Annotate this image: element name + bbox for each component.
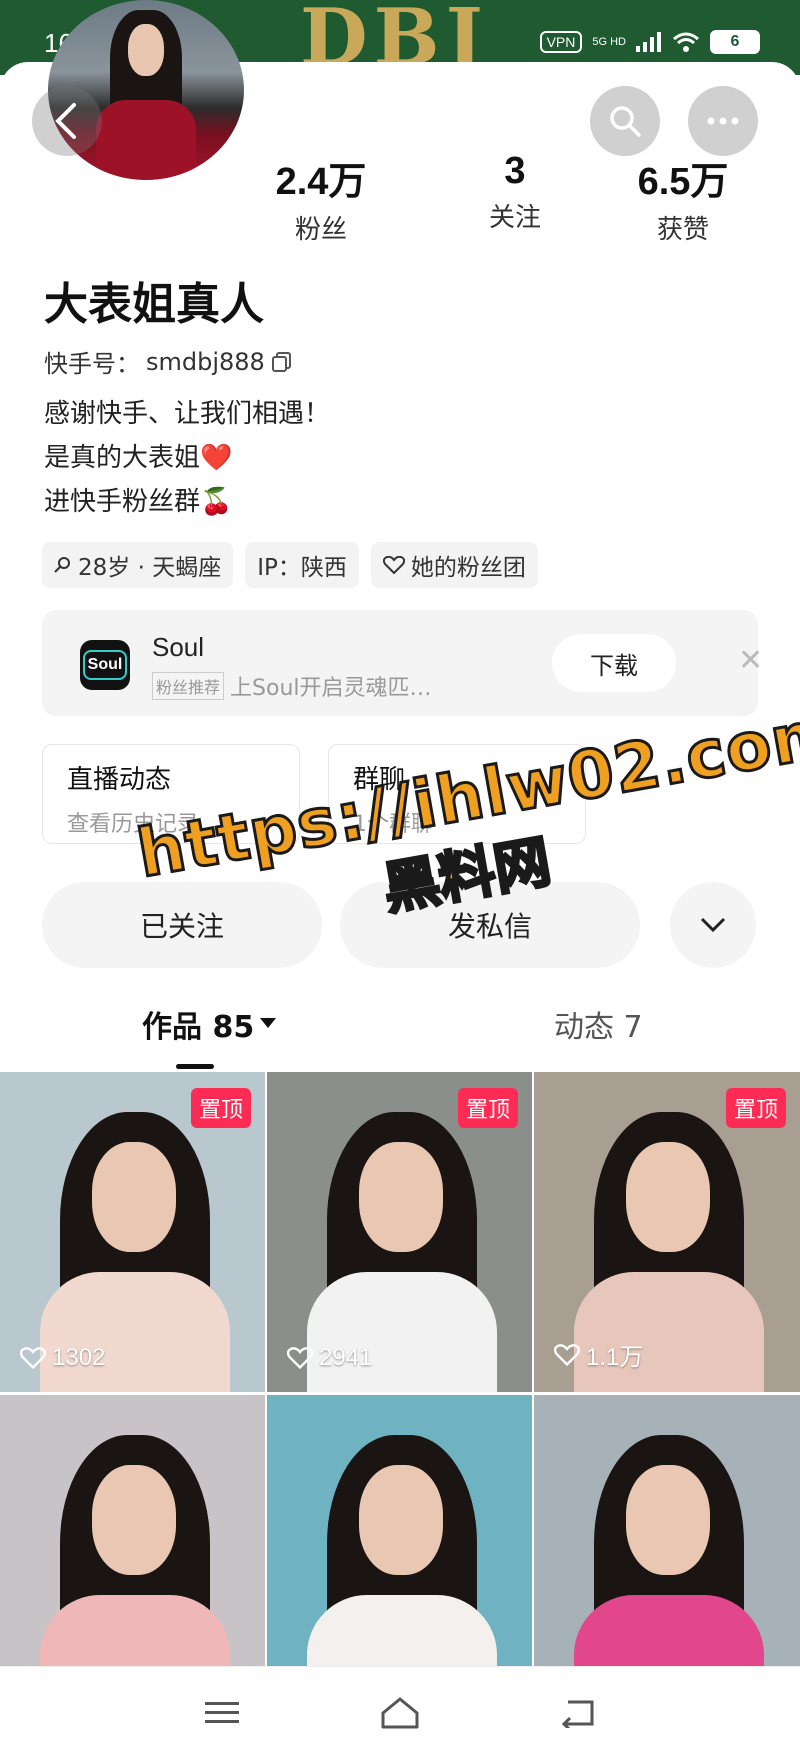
- tab-moments[interactable]: 动态 7: [554, 1002, 643, 1046]
- close-icon[interactable]: ✕: [738, 646, 763, 676]
- stat-following[interactable]: 3 关注: [440, 150, 590, 234]
- card-title: 直播动态: [67, 765, 172, 795]
- thumbnail-face: [92, 1465, 176, 1575]
- bio-line: 是真的大表姐❤️: [44, 443, 233, 473]
- network-type: 5G HD: [592, 35, 626, 48]
- caret-down-icon: [260, 1018, 277, 1028]
- thumbnail-body: [574, 1272, 764, 1392]
- home-nav-button[interactable]: [380, 1693, 420, 1733]
- tag-label: 她的粉丝团: [410, 555, 526, 581]
- video-tile[interactable]: 置顶 2941: [267, 1072, 532, 1392]
- tab-label: 作品 85: [142, 1010, 255, 1045]
- profile-name: 大表姐真人: [44, 279, 264, 330]
- thumbnail-face: [359, 1465, 443, 1575]
- heart-icon: [20, 1347, 46, 1369]
- back-arrow-icon: [55, 103, 76, 139]
- wifi-icon: [673, 32, 699, 52]
- ad-description: 上Soul开启灵魂匹…: [230, 676, 432, 701]
- status-icons: VPN 5G HD 6: [539, 30, 760, 54]
- kuaishou-id-row: 快手号： smdbj888: [44, 344, 293, 379]
- search-icon: [610, 106, 641, 137]
- menu-nav-button[interactable]: [202, 1693, 242, 1733]
- tag-fan-group[interactable]: 她的粉丝团: [370, 542, 538, 588]
- tab-label: 动态 7: [554, 1010, 643, 1045]
- thumbnail-face: [626, 1142, 710, 1252]
- video-tile[interactable]: 置顶 1302: [0, 1072, 265, 1392]
- thumbnail-face: [626, 1465, 710, 1575]
- kuaishou-id: smdbj888: [146, 347, 265, 376]
- more-button[interactable]: [688, 86, 758, 156]
- tab-works[interactable]: 作品 85: [142, 1002, 277, 1046]
- content-tabs: 作品 85 动态 7: [0, 1002, 800, 1072]
- stat-value: 6.5万: [637, 161, 729, 203]
- stat-label: 粉丝: [294, 215, 347, 245]
- stat-value: 2.4万: [275, 161, 367, 203]
- stat-value: 3: [504, 150, 526, 192]
- video-tile[interactable]: 置顶 1.1万: [534, 1072, 800, 1392]
- return-icon: [561, 1700, 594, 1728]
- pinned-badge: 置顶: [190, 1088, 251, 1128]
- heart-icon: [287, 1347, 313, 1369]
- like-count: 2941: [287, 1344, 372, 1372]
- stat-label: 关注: [488, 203, 541, 233]
- back-nav-button[interactable]: [558, 1693, 598, 1733]
- signal-icon: [636, 32, 661, 52]
- profile-bio: 感谢快手、让我们相遇！ 是真的大表姐❤️ 进快手粉丝群🍒: [44, 392, 330, 524]
- ad-title: Soul: [152, 632, 205, 662]
- home-icon: [381, 1697, 419, 1729]
- profile-tags: 28岁 · 天蝎座 IP：陕西 她的粉丝团: [42, 542, 538, 588]
- like-count: 1.1万: [554, 1337, 643, 1372]
- menu-icon: [205, 1702, 239, 1723]
- battery-indicator: 6: [710, 30, 760, 54]
- tag-ip[interactable]: IP：陕西: [245, 542, 359, 588]
- bio-line: 进快手粉丝群🍒: [44, 487, 233, 517]
- bio-line: 感谢快手、让我们相遇！: [44, 399, 331, 429]
- expand-button[interactable]: [670, 882, 756, 968]
- ad-badge: 粉丝推荐: [152, 672, 225, 700]
- thumbnail-face: [92, 1142, 176, 1252]
- chevron-down-icon: [700, 917, 726, 933]
- soul-logo: Soul: [80, 640, 130, 690]
- copy-icon[interactable]: [271, 351, 293, 373]
- like-count-value: 1.1万: [586, 1344, 644, 1371]
- vpn-indicator: VPN: [539, 31, 583, 53]
- stat-label: 获赞: [656, 215, 709, 245]
- download-button[interactable]: 下载: [552, 634, 676, 692]
- more-icon: [707, 117, 739, 125]
- stat-fans[interactable]: 2.4万 粉丝: [246, 150, 396, 246]
- heart-outline-icon: [382, 556, 405, 574]
- video-grid: 置顶 1302 置顶 2941 置顶 1.1万: [0, 1072, 800, 1715]
- tab-indicator: [176, 1064, 214, 1069]
- like-count: 1302: [20, 1344, 105, 1372]
- back-button[interactable]: [32, 86, 102, 156]
- kuaishou-id-label: 快手号：: [44, 350, 140, 378]
- ad-desc-row: 粉丝推荐 上Soul开启灵魂匹…: [152, 670, 432, 702]
- soul-ad-card[interactable]: Soul Soul 粉丝推荐 上Soul开启灵魂匹… 下载 ✕: [42, 610, 763, 716]
- pinned-badge: 置顶: [725, 1088, 786, 1128]
- stat-likes[interactable]: 6.5万 获赞: [608, 150, 758, 246]
- search-button[interactable]: [590, 86, 660, 156]
- pinned-badge: 置顶: [457, 1088, 518, 1128]
- thumbnail-face: [359, 1142, 443, 1252]
- like-count-value: 1302: [52, 1344, 106, 1371]
- heart-icon: [554, 1343, 580, 1366]
- like-count-value: 2941: [319, 1344, 373, 1371]
- system-nav-bar: [0, 1666, 800, 1759]
- thumbnail-body: [307, 1272, 497, 1392]
- tag-label: 28岁 · 天蝎座: [78, 555, 222, 581]
- tag-age-zodiac[interactable]: 28岁 · 天蝎座: [42, 542, 234, 588]
- tag-label: IP：陕西: [257, 555, 347, 581]
- search-icon: [54, 557, 70, 573]
- thumbnail-body: [40, 1272, 230, 1392]
